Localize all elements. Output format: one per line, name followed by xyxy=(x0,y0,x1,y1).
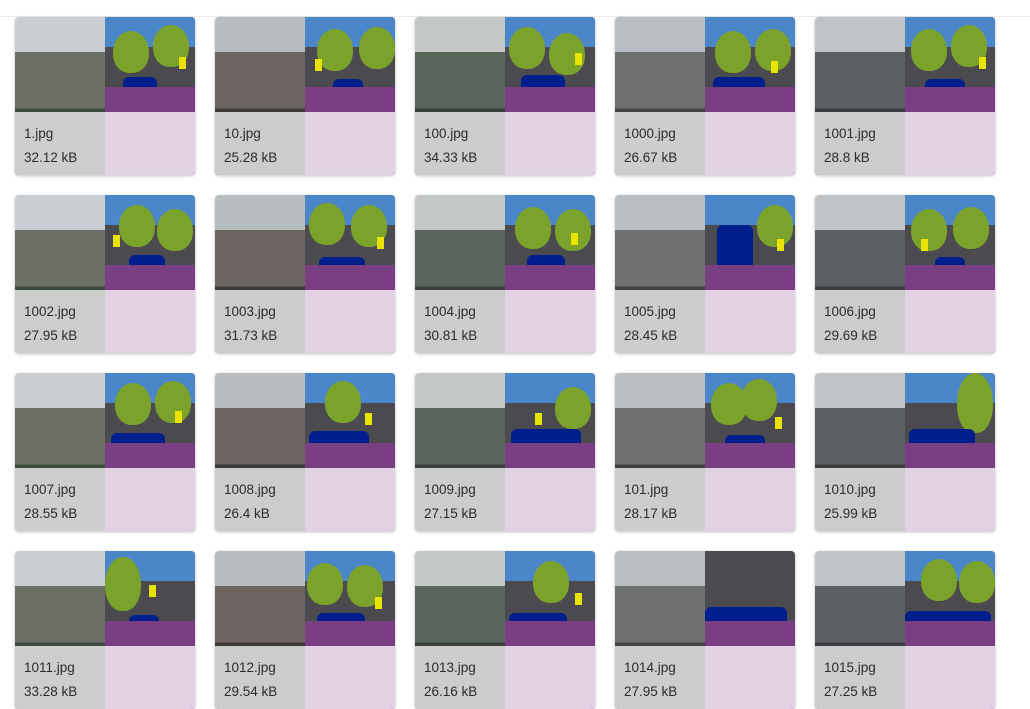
file-size: 26.4 kB xyxy=(224,506,270,521)
file-card[interactable]: 1011.jpg 33.28 kB xyxy=(15,551,195,709)
file-card[interactable]: 101.jpg 28.17 kB xyxy=(615,373,795,531)
file-size: 30.81 kB xyxy=(424,328,478,343)
file-grid: 1.jpg 32.12 kB 10.jpg 25.28 kB 100.jpg 34.3… xyxy=(15,17,995,709)
file-info: 1000.jpg 26.67 kB xyxy=(615,112,795,175)
file-size: 27.25 kB xyxy=(824,684,878,699)
file-name: 1.jpg xyxy=(24,126,54,141)
file-info: 1003.jpg 31.73 kB xyxy=(215,290,395,353)
file-card[interactable]: 1007.jpg 28.55 kB xyxy=(15,373,195,531)
file-name: 1009.jpg xyxy=(424,482,476,497)
file-size: 29.69 kB xyxy=(824,328,878,343)
file-info: 1.jpg 32.12 kB xyxy=(15,112,195,175)
file-card[interactable]: 1004.jpg 30.81 kB xyxy=(415,195,595,353)
file-info: 1006.jpg 29.69 kB xyxy=(815,290,995,353)
file-card[interactable]: 1013.jpg 26.16 kB xyxy=(415,551,595,709)
file-info: 1014.jpg 27.95 kB xyxy=(615,646,795,709)
file-card[interactable]: 1006.jpg 29.69 kB xyxy=(815,195,995,353)
file-size: 28.8 kB xyxy=(824,150,870,165)
file-name: 1008.jpg xyxy=(224,482,276,497)
file-name: 101.jpg xyxy=(624,482,669,497)
file-size: 25.28 kB xyxy=(224,150,278,165)
file-size: 31.73 kB xyxy=(224,328,278,343)
file-card[interactable]: 1009.jpg 27.15 kB xyxy=(415,373,595,531)
file-card[interactable]: 100.jpg 34.33 kB xyxy=(415,17,595,175)
file-name: 1000.jpg xyxy=(624,126,676,141)
file-card[interactable]: 1008.jpg 26.4 kB xyxy=(215,373,395,531)
file-info: 101.jpg 28.17 kB xyxy=(615,468,795,531)
file-name: 1002.jpg xyxy=(24,304,76,319)
file-name: 1012.jpg xyxy=(224,660,276,675)
file-card[interactable]: 1000.jpg 26.67 kB xyxy=(615,17,795,175)
file-name: 1007.jpg xyxy=(24,482,76,497)
file-card[interactable]: 1002.jpg 27.95 kB xyxy=(15,195,195,353)
file-name: 100.jpg xyxy=(424,126,469,141)
file-size: 28.17 kB xyxy=(624,506,678,521)
file-name: 1015.jpg xyxy=(824,660,876,675)
file-card[interactable]: 1.jpg 32.12 kB xyxy=(15,17,195,175)
file-info: 1005.jpg 28.45 kB xyxy=(615,290,795,353)
file-info: 1009.jpg 27.15 kB xyxy=(415,468,595,531)
file-info: 1011.jpg 33.28 kB xyxy=(15,646,195,709)
file-info: 1012.jpg 29.54 kB xyxy=(215,646,395,709)
file-size: 33.28 kB xyxy=(24,684,78,699)
file-info: 1001.jpg 28.8 kB xyxy=(815,112,995,175)
file-name: 1014.jpg xyxy=(624,660,676,675)
file-name: 1005.jpg xyxy=(624,304,676,319)
file-info: 100.jpg 34.33 kB xyxy=(415,112,595,175)
file-size: 28.55 kB xyxy=(24,506,78,521)
file-name: 1001.jpg xyxy=(824,126,876,141)
file-name: 1013.jpg xyxy=(424,660,476,675)
file-size: 34.33 kB xyxy=(424,150,478,165)
file-size: 28.45 kB xyxy=(624,328,678,343)
file-info: 10.jpg 25.28 kB xyxy=(215,112,395,175)
file-card[interactable]: 10.jpg 25.28 kB xyxy=(215,17,395,175)
file-size: 26.16 kB xyxy=(424,684,478,699)
file-info: 1004.jpg 30.81 kB xyxy=(415,290,595,353)
file-info: 1007.jpg 28.55 kB xyxy=(15,468,195,531)
file-info: 1013.jpg 26.16 kB xyxy=(415,646,595,709)
file-name: 1004.jpg xyxy=(424,304,476,319)
file-card[interactable]: 1005.jpg 28.45 kB xyxy=(615,195,795,353)
file-info: 1010.jpg 25.99 kB xyxy=(815,468,995,531)
file-size: 27.95 kB xyxy=(24,328,78,343)
file-size: 32.12 kB xyxy=(24,150,78,165)
file-card[interactable]: 1014.jpg 27.95 kB xyxy=(615,551,795,709)
file-name: 1010.jpg xyxy=(824,482,876,497)
file-size: 29.54 kB xyxy=(224,684,278,699)
file-name: 1011.jpg xyxy=(24,660,75,675)
file-card[interactable]: 1001.jpg 28.8 kB xyxy=(815,17,995,175)
file-name: 1006.jpg xyxy=(824,304,876,319)
file-size: 25.99 kB xyxy=(824,506,878,521)
file-card[interactable]: 1012.jpg 29.54 kB xyxy=(215,551,395,709)
file-size: 26.67 kB xyxy=(624,150,678,165)
file-card[interactable]: 1010.jpg 25.99 kB xyxy=(815,373,995,531)
file-name: 1003.jpg xyxy=(224,304,276,319)
file-card[interactable]: 1003.jpg 31.73 kB xyxy=(215,195,395,353)
file-info: 1002.jpg 27.95 kB xyxy=(15,290,195,353)
file-card[interactable]: 1015.jpg 27.25 kB xyxy=(815,551,995,709)
file-info: 1015.jpg 27.25 kB xyxy=(815,646,995,709)
file-size: 27.95 kB xyxy=(624,684,678,699)
file-size: 27.15 kB xyxy=(424,506,478,521)
file-info: 1008.jpg 26.4 kB xyxy=(215,468,395,531)
file-name: 10.jpg xyxy=(224,126,261,141)
